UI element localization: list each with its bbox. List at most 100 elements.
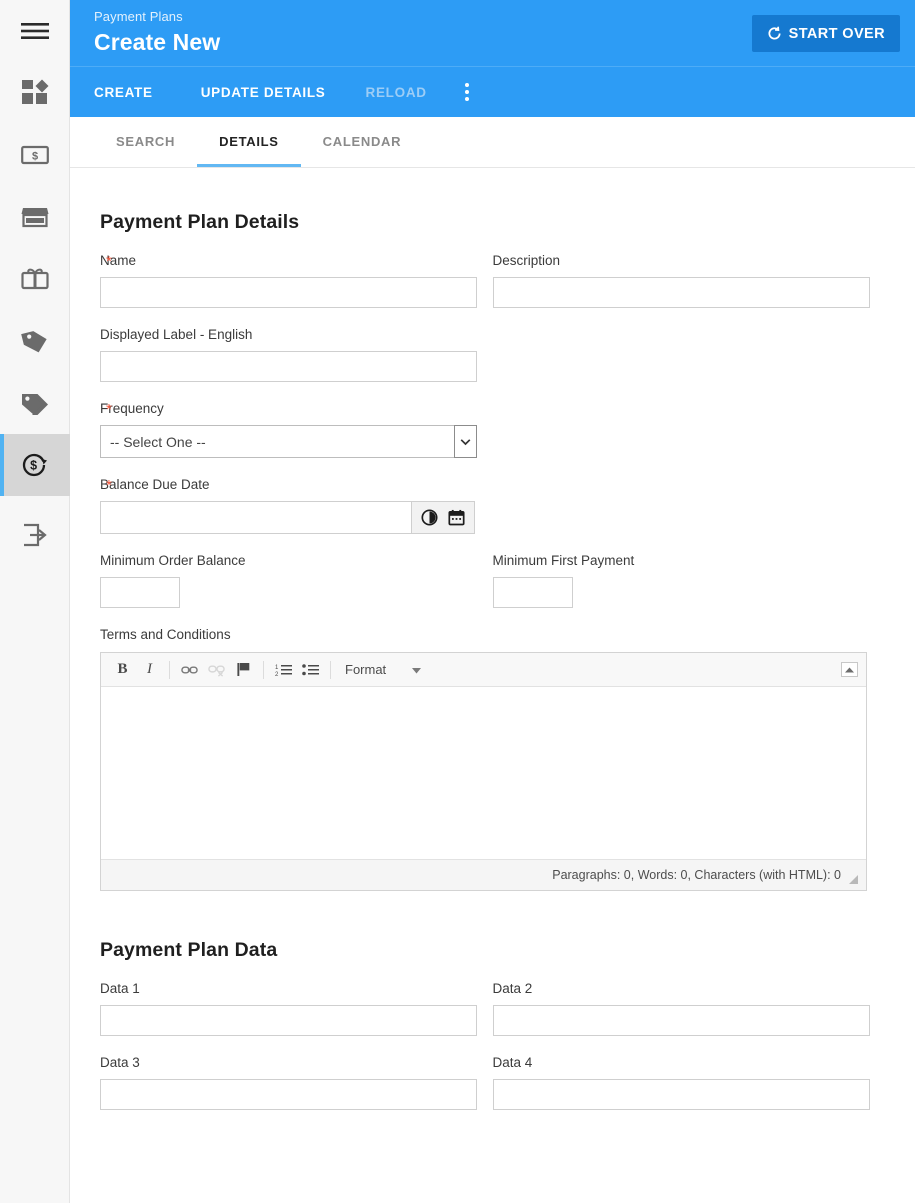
plan-data-col-right-1: Data 2 (492, 962, 886, 1036)
form-row-1: Name * Description (100, 234, 885, 308)
minimum-first-payment-input[interactable] (492, 577, 573, 608)
balance-due-date-input-wrap: * (100, 477, 493, 534)
price-tag-icon (21, 328, 49, 354)
clock-icon[interactable] (421, 509, 438, 526)
form-col-left-1: Name * (100, 234, 493, 308)
data-3-label: Data 3 (100, 1055, 140, 1070)
frequency-required-marker: * (106, 401, 112, 418)
svg-text:1: 1 (275, 665, 279, 671)
bold-icon[interactable]: B (109, 657, 136, 683)
flag-anchor-icon[interactable] (230, 657, 257, 683)
frequency-select[interactable]: -- Select One -- (100, 425, 477, 458)
form-col-left-3: Frequency -- Select One -- * (100, 382, 493, 458)
description-input[interactable] (492, 277, 870, 308)
plan-data-col-left-2: Data 3 (100, 1036, 493, 1110)
balance-due-date-label: Balance Due Date (100, 477, 210, 492)
sidebar-item-store[interactable] (0, 186, 70, 248)
name-input[interactable] (100, 277, 477, 308)
field-balance-due-date: Balance Due Date * (100, 476, 493, 534)
sidebar-item-payment-plans[interactable]: $ (0, 434, 70, 496)
tab-calendar[interactable]: CALENDAR (301, 116, 424, 167)
date-picker-group (100, 501, 475, 534)
tab-search[interactable]: SEARCH (94, 116, 197, 167)
sidebar-item-dashboard[interactable] (0, 62, 70, 124)
data-3-input[interactable] (100, 1079, 477, 1110)
calendar-icon[interactable] (448, 509, 465, 526)
field-minimum-order-balance: Minimum Order Balance (100, 552, 493, 608)
sidebar-item-menu[interactable] (0, 0, 70, 62)
editor-status-bar: Paragraphs: 0, Words: 0, Characters (wit… (101, 859, 866, 890)
field-displayed-label-english: Displayed Label - English (100, 326, 493, 382)
hamburger-menu-icon (21, 21, 49, 41)
start-over-button[interactable]: START OVER (751, 15, 900, 52)
data-2-label: Data 2 (492, 981, 533, 996)
form-col-right-2 (493, 308, 886, 382)
caret-down-icon (412, 662, 422, 677)
editor-content-area[interactable] (101, 687, 866, 859)
field-name: Name * (100, 252, 493, 308)
format-dropdown[interactable]: Format (337, 657, 429, 683)
sidebar-item-currency[interactable]: $ (0, 124, 70, 186)
sidebar-item-gift-card[interactable] (0, 248, 70, 310)
start-over-label: START OVER (788, 25, 885, 42)
main-panel: Payment Plans Create New START OVER CREA… (70, 0, 915, 1203)
data-4-label: Data 4 (492, 1055, 533, 1070)
update-details-button[interactable]: UPDATE DETAILS (181, 67, 346, 118)
frequency-select-wrap: -- Select One -- (100, 425, 477, 458)
data-1-input[interactable] (100, 1005, 477, 1036)
logout-arrow-icon (22, 523, 48, 547)
minimum-order-balance-input[interactable] (100, 577, 180, 608)
bold-glyph: B (117, 661, 128, 677)
collapse-up-icon[interactable] (841, 662, 858, 677)
payment-plan-details-heading: Payment Plan Details (100, 211, 300, 233)
form-col-left-5: Minimum Order Balance (100, 534, 493, 608)
tab-bar: SEARCH DETAILS CALENDAR (70, 117, 915, 168)
field-minimum-first-payment: Minimum First Payment (492, 552, 886, 608)
italic-icon[interactable]: I (136, 657, 163, 683)
form-row-4: Balance Due Date * (100, 458, 885, 534)
data-2-input[interactable] (492, 1005, 870, 1036)
form-row-3: Frequency -- Select One -- * (100, 382, 885, 458)
editor-toolbar: B I 1 2 Format (101, 653, 866, 687)
minimum-first-payment-label: Minimum First Payment (492, 553, 635, 568)
numbered-list-icon[interactable]: 1 2 (270, 657, 297, 683)
storefront-icon (21, 205, 49, 229)
balance-due-date-input[interactable] (100, 501, 411, 534)
app-root: $ $ Payment Plans Create New START OVER … (0, 0, 915, 1203)
displayed-label-english-input[interactable] (100, 351, 477, 382)
sidebar-item-price-tag[interactable] (0, 310, 70, 372)
kebab-menu-icon[interactable] (447, 67, 487, 118)
description-label: Description (492, 253, 561, 268)
plan-data-row-2: Data 3 Data 4 (100, 1036, 885, 1110)
resize-handle-icon[interactable] (849, 874, 858, 884)
plan-data-col-left-1: Data 1 (100, 962, 493, 1036)
date-picker-buttons (411, 501, 475, 534)
editor-word-count: Paragraphs: 0, Words: 0, Characters (wit… (552, 868, 841, 882)
frequency-input-wrap: -- Select One -- * (100, 401, 493, 458)
form-col-left-4: Balance Due Date * (100, 458, 493, 534)
sidebar-item-logout[interactable] (0, 504, 70, 566)
data-4-input[interactable] (492, 1079, 870, 1110)
refresh-icon (767, 26, 782, 41)
tab-details[interactable]: DETAILS (197, 116, 301, 167)
svg-text:$: $ (32, 151, 38, 163)
rich-text-editor: B I 1 2 Format Paragraphs: 0, Words: 0, … (100, 652, 867, 891)
unlink-icon (203, 657, 230, 683)
terms-and-conditions-label: Terms and Conditions (100, 627, 231, 642)
format-dropdown-label: Format (345, 662, 387, 677)
create-button[interactable]: CREATE (94, 67, 181, 118)
field-data-1: Data 1 (100, 980, 493, 1036)
form-col-right-1: Description (492, 234, 886, 308)
bulleted-list-icon[interactable] (297, 657, 324, 683)
payment-plan-dollar-refresh-icon: $ (21, 451, 49, 479)
payment-plan-data-heading: Payment Plan Data (100, 939, 278, 961)
field-terms-and-conditions: Terms and Conditions B I 1 2 Format Para… (100, 626, 885, 891)
data-1-label: Data 1 (100, 981, 140, 996)
field-frequency: Frequency -- Select One -- * (100, 400, 493, 458)
form-col-right-4 (493, 458, 886, 534)
frequency-label: Frequency (100, 401, 164, 416)
sidebar-item-offers[interactable] (0, 372, 70, 434)
page-header: Payment Plans Create New START OVER (70, 0, 915, 66)
link-icon[interactable] (176, 657, 203, 683)
description-input-wrap (492, 277, 886, 308)
